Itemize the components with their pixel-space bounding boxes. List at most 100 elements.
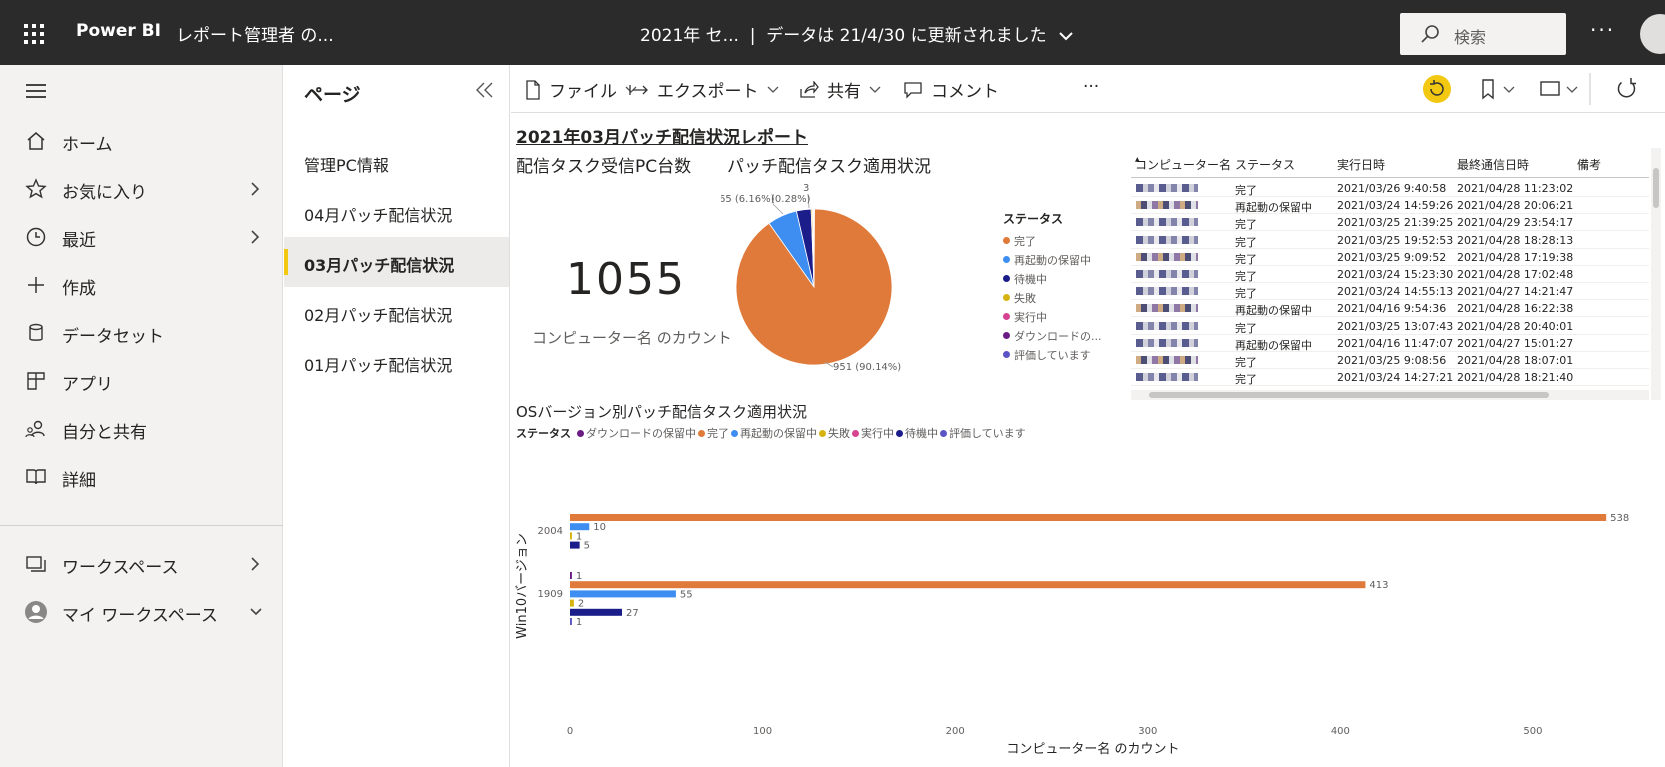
- bar[interactable]: [570, 581, 1366, 589]
- reset-icon[interactable]: [1422, 74, 1452, 104]
- legend-item[interactable]: 待機中: [896, 425, 938, 441]
- horizontal-scrollbar[interactable]: [1131, 390, 1649, 400]
- table-row[interactable]: 完了 2021/03/25 19:52:53 2021/04/28 18:28:13: [1131, 232, 1649, 249]
- legend-item[interactable]: ダウンロードの保留中: [577, 425, 696, 441]
- hamburger-menu-icon[interactable]: [26, 84, 46, 102]
- avatar[interactable]: [1640, 14, 1665, 54]
- bar[interactable]: [570, 532, 572, 540]
- chevron-right-icon: [251, 557, 260, 571]
- legend-item[interactable]: 再起動の保留中: [1003, 250, 1102, 269]
- bookmark-icon[interactable]: [1477, 74, 1519, 104]
- legend-item[interactable]: 実行中: [852, 425, 894, 441]
- legend-item[interactable]: 完了: [1003, 231, 1102, 250]
- table-row[interactable]: 完了 2021/03/25 9:09:52 2021/04/28 17:19:38: [1131, 249, 1649, 266]
- bar-chart[interactable]: 0 100 200 300 400 500 コンピューター名 のカウント Win10バージョン…: [511, 484, 1661, 766]
- table-cell: 2021/04/16 11:47:07: [1337, 336, 1454, 350]
- page-tab-3[interactable]: 02月パッチ配信状況: [284, 287, 509, 337]
- bar[interactable]: [570, 618, 572, 625]
- nav-item-datasets[interactable]: データセット: [0, 309, 283, 357]
- page-tab-2[interactable]: 03月パッチ配信状況: [284, 237, 509, 287]
- legend-dot: [1003, 256, 1010, 263]
- table-cell: 再起動の保留中: [1235, 304, 1312, 318]
- table-cell: 2021/03/25 9:08:56: [1337, 354, 1447, 367]
- table-row[interactable]: 完了 2021/03/24 15:23:30 2021/04/28 17:02:48: [1131, 266, 1649, 283]
- column-header[interactable]: 備考: [1577, 156, 1601, 173]
- nav-item-home[interactable]: ホーム: [0, 117, 283, 165]
- nav-item-favorites[interactable]: お気に入り: [0, 165, 283, 213]
- app-launcher-icon[interactable]: [24, 24, 44, 44]
- legend-item[interactable]: ダウンロードの...: [1003, 326, 1102, 345]
- page-tab-label: 03月パッチ配信状況: [304, 256, 455, 275]
- legend-item[interactable]: 待機中: [1003, 269, 1102, 288]
- legend-label: 評価しています: [1014, 348, 1091, 362]
- bar-data-label: 538: [1610, 513, 1629, 524]
- collapse-pane-icon[interactable]: [474, 79, 496, 101]
- computer-status-table[interactable]: コンピューター名 ステータス 実行日時 最終通信日時 備考 ▲ 完了 2021/0…: [1131, 148, 1661, 400]
- more-options-icon[interactable]: ···: [1590, 18, 1615, 42]
- table-row[interactable]: 完了 2021/03/25 9:08:56 2021/04/28 18:07:01: [1131, 352, 1649, 369]
- nav-item-create[interactable]: 作成: [0, 261, 283, 309]
- table-row[interactable]: 再起動の保留中 2021/04/16 9:54:36 2021/04/28 16:2…: [1131, 300, 1649, 318]
- refresh-icon[interactable]: [1611, 74, 1641, 104]
- pie-chart-title: パッチ配信タスク適用状況: [727, 157, 931, 177]
- table-row[interactable]: 再起動の保留中 2021/04/16 11:47:07 2021/04/27 15:…: [1131, 335, 1649, 352]
- table-row[interactable]: 完了 2021/03/24 14:55:13 2021/04/27 14:21:47: [1131, 283, 1649, 301]
- column-header[interactable]: 最終通信日時: [1457, 156, 1529, 173]
- column-header[interactable]: ステータス: [1235, 156, 1295, 173]
- legend-item[interactable]: 評価しています: [1003, 345, 1102, 364]
- table-row[interactable]: 再起動の保留中 2021/03/24 14:59:26 2021/04/28 20:…: [1131, 197, 1649, 215]
- nav-item-learn[interactable]: 詳細: [0, 453, 283, 501]
- nav-item-apps[interactable]: アプリ: [0, 357, 283, 405]
- legend-item[interactable]: 完了: [698, 425, 729, 441]
- brand-name[interactable]: Power BI: [76, 21, 161, 41]
- bar[interactable]: [570, 541, 580, 549]
- legend-item[interactable]: 実行中: [1003, 307, 1102, 326]
- legend-label: 再起動の保留中: [1014, 253, 1091, 267]
- bar[interactable]: [570, 514, 1607, 521]
- file-menu-button[interactable]: ファイル: [525, 77, 645, 102]
- export-menu-button[interactable]: エクスポート: [629, 77, 787, 102]
- search-icon: [1421, 25, 1439, 43]
- bar-data-label: 10: [593, 522, 606, 533]
- kpi-card[interactable]: 1055 コンピューター名 のカウント: [516, 154, 732, 384]
- page-tab-1[interactable]: 04月パッチ配信状況: [284, 187, 509, 237]
- report-title-dropdown[interactable]: 2021年 セ... | データは 21/4/30 に更新されました: [640, 21, 1074, 46]
- share-menu-button[interactable]: 共有: [799, 77, 889, 102]
- legend-label: 再起動の保留中: [740, 427, 817, 440]
- page-tab-4[interactable]: 01月パッチ配信状況: [284, 337, 509, 387]
- legend-item[interactable]: 評価しています: [940, 425, 1026, 441]
- bar[interactable]: [570, 523, 590, 531]
- nav-item-recent[interactable]: 最近: [0, 213, 283, 261]
- bar[interactable]: [570, 599, 574, 607]
- legend-item[interactable]: 再起動の保留中: [731, 425, 817, 441]
- legend-item[interactable]: 失敗: [819, 425, 850, 441]
- bar-legend: ステータス ダウンロードの保留中 完了 再起動の保留中 失敗 実行中 待機中 評価しています: [516, 425, 1028, 441]
- table-row[interactable]: 完了 2021/03/26 9:40:58 2021/04/28 11:23:02: [1131, 180, 1649, 197]
- legend-item[interactable]: 失敗: [1003, 288, 1102, 307]
- pie-chart[interactable]: 951 (90.14%) 65 (6.16%) 3(0.28%): [721, 184, 1001, 384]
- table-row[interactable]: 完了 2021/03/25 13:07:43 2021/04/28 20:40:01: [1131, 318, 1649, 335]
- table-cell: 2021/04/29 23:54:17: [1457, 216, 1574, 230]
- legend-label: 実行中: [1014, 310, 1047, 324]
- bar[interactable]: [570, 590, 676, 598]
- comment-button[interactable]: コメント: [903, 77, 999, 102]
- bar[interactable]: [570, 608, 622, 616]
- vertical-scrollbar[interactable]: [1651, 148, 1661, 400]
- legend-dot: [577, 429, 584, 437]
- table-row[interactable]: 完了 2021/03/24 14:27:21 2021/04/28 18:21:40: [1131, 369, 1649, 387]
- page-tab-0[interactable]: 管理PC情報: [284, 137, 509, 187]
- report-breadcrumb[interactable]: レポート管理者 の...: [176, 21, 334, 46]
- nav-item-workspaces[interactable]: ワークスペース: [0, 540, 283, 588]
- bar[interactable]: [570, 572, 572, 579]
- nav-item-my-workspace[interactable]: マイ ワークスペース: [0, 588, 283, 636]
- column-header[interactable]: 実行日時: [1337, 156, 1385, 173]
- pages-pane-title: ページ: [304, 84, 361, 106]
- nav-item-shared[interactable]: 自分と共有: [0, 405, 283, 453]
- search-box[interactable]: 検索: [1400, 13, 1566, 55]
- legend-dot: [1003, 332, 1010, 339]
- toolbar-more-button[interactable]: ···: [1083, 77, 1099, 97]
- table-row[interactable]: 完了 2021/03/25 21:39:25 2021/04/29 23:54:17: [1131, 214, 1649, 232]
- column-header[interactable]: コンピューター名: [1135, 156, 1231, 173]
- pie-data-label: 3: [803, 184, 809, 194]
- view-icon[interactable]: [1537, 74, 1583, 104]
